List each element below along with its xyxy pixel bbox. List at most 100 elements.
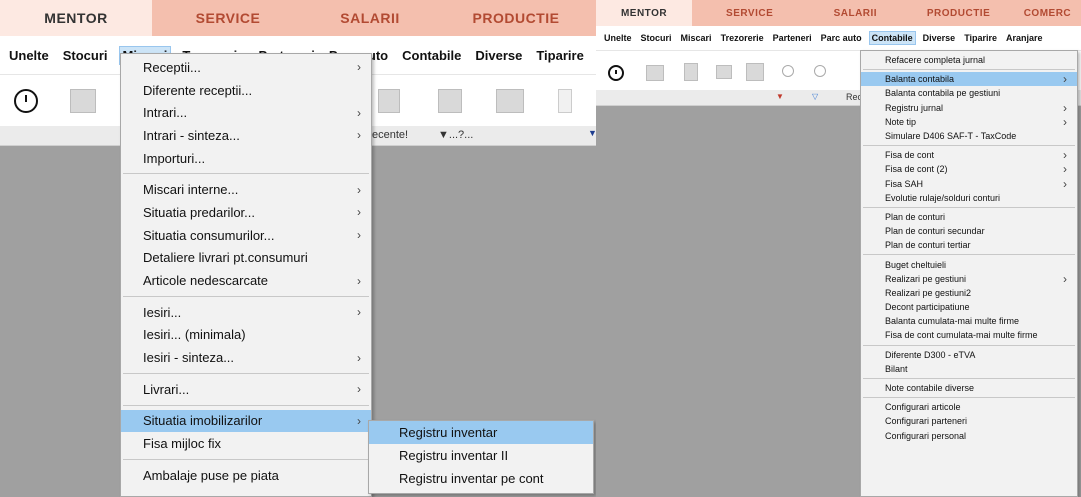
document-icon[interactable] — [646, 65, 664, 81]
import-icon[interactable] — [378, 89, 400, 113]
menu-item-plan-de-conturi[interactable]: Plan de conturi — [861, 210, 1077, 224]
menu-item-iesiri[interactable]: Iesiri... › — [121, 301, 371, 324]
menu-item-note-tip[interactable]: Note tip › — [861, 115, 1077, 129]
menu-aranjare[interactable]: Aranjare — [1004, 32, 1045, 44]
red-dropdown-icon[interactable]: ▼ — [776, 92, 784, 101]
menu-parteneri[interactable]: Parteneri — [771, 32, 814, 44]
menu-item-iesiri-sinteza[interactable]: Iesiri - sinteza... › — [121, 346, 371, 369]
menu-item-livrari[interactable]: Livrari... › — [121, 378, 371, 401]
tab-service-right[interactable]: SERVICE — [692, 0, 807, 26]
menu-item-registru-inventar-ii[interactable]: Registru inventar II — [369, 444, 593, 467]
chart-icon[interactable] — [496, 89, 524, 113]
menu-unelte[interactable]: Unelte — [602, 32, 634, 44]
menu-item-detaliere-livrari-pt-consumuri[interactable]: Detaliere livrari pt.consumuri — [121, 247, 371, 270]
menu-item-intrari-sinteza[interactable]: Intrari - sinteza... › — [121, 124, 371, 147]
menu-item-importuri[interactable]: Importuri... — [121, 147, 371, 170]
menu-item-realizari-pe-gestiuni2[interactable]: Realizari pe gestiuni2 — [861, 286, 1077, 300]
menu-item-configurari-articole[interactable]: Configurari articole — [861, 400, 1077, 414]
register-icon[interactable] — [438, 89, 462, 113]
menu-item-label: Realizari pe gestiuni — [885, 273, 967, 284]
menu-item-situatia-predarilor[interactable]: Situatia predarilor... › — [121, 201, 371, 224]
tab-salarii-right[interactable]: SALARII — [807, 0, 903, 26]
tab-service[interactable]: SERVICE — [152, 0, 304, 36]
menu-item-buget-cheltuieli[interactable]: Buget cheltuieli — [861, 257, 1077, 271]
menu-item-situatia-consumurilor[interactable]: Situatia consumurilor... › — [121, 224, 371, 247]
menu-contabile[interactable]: Contabile — [868, 31, 916, 45]
blue-dropdown-icon[interactable]: ▽ — [812, 92, 818, 101]
tab-salarii[interactable]: SALARII — [304, 0, 436, 36]
clock-icon[interactable] — [608, 65, 624, 81]
menu-item-realizari-pe-gestiuni[interactable]: Realizari pe gestiuni › — [861, 272, 1077, 286]
menu-item-note-contabile-diverse[interactable]: Note contabile diverse — [861, 381, 1077, 395]
menu-item-label: Iesiri... (minimala) — [143, 327, 246, 343]
menu-tiparire[interactable]: Tiparire — [962, 32, 999, 44]
menu-parc-auto[interactable]: Parc auto — [819, 32, 864, 44]
document-icon[interactable] — [70, 89, 96, 113]
menu-diverse[interactable]: Diverse — [921, 32, 958, 44]
filter-dropdown[interactable]: ▼...?... — [438, 129, 473, 141]
copy-icon[interactable] — [716, 65, 732, 79]
menu-item-articole-nedescarcate[interactable]: Articole nedescarcate › — [121, 269, 371, 292]
submenu-arrow-icon: › — [357, 305, 361, 320]
menu-item-fisa-mijloc-fix[interactable]: Fisa mijloc fix — [121, 432, 371, 455]
menu-item-registru-jurnal[interactable]: Registru jurnal › — [861, 101, 1077, 115]
submenu-arrow-icon: › — [1063, 114, 1067, 129]
menu-item-diferente-receptii[interactable]: Diferente receptii... — [121, 79, 371, 102]
tab-productie-right[interactable]: PRODUCTIE — [903, 0, 1013, 26]
menu-unelte[interactable]: Unelte — [6, 47, 52, 64]
menu-trezorerie[interactable]: Trezorerie — [719, 32, 766, 44]
menu-item-situatia-imobilizarilor[interactable]: Situatia imobilizarilor › — [121, 409, 371, 433]
menu-item-miscari-interne[interactable]: Miscari interne... › — [121, 178, 371, 201]
menu-item-label: Iesiri... — [143, 304, 182, 320]
menu-item-configurari-parteneri[interactable]: Configurari parteneri — [861, 414, 1077, 428]
page-icon[interactable] — [558, 89, 572, 113]
menu-item-label: Bilant — [885, 363, 908, 374]
submenu-arrow-icon: › — [357, 273, 361, 288]
menu-item-decont-participatiune[interactable]: Decont participatiune — [861, 300, 1077, 314]
menu-item-bilant[interactable]: Bilant — [861, 362, 1077, 376]
menu-stocuri[interactable]: Stocuri — [60, 47, 111, 64]
tab-productie[interactable]: PRODUCTIE — [436, 0, 596, 36]
menu-item-balanta-contabila-pe-gestiuni[interactable]: Balanta contabila pe gestiuni — [861, 86, 1077, 100]
menu-diverse[interactable]: Diverse — [472, 47, 525, 64]
zoom-out-icon[interactable] — [814, 65, 826, 77]
menu-item-registru-inventar[interactable]: Registru inventar — [369, 421, 593, 444]
menu-separator — [863, 377, 1075, 379]
menu-item-fisa-de-cont-2[interactable]: Fisa de cont (2) › — [861, 162, 1077, 176]
menu-contabile[interactable]: Contabile — [399, 47, 464, 64]
import-icon[interactable] — [684, 63, 698, 81]
menu-item-configurari-personal[interactable]: Configurari personal — [861, 429, 1077, 443]
menu-item-plan-de-conturi-tertiar[interactable]: Plan de conturi tertiar — [861, 238, 1077, 252]
zoom-icon[interactable] — [782, 65, 794, 77]
menu-item-ambalaje-puse-pe-piata[interactable]: Ambalaje puse pe piata — [121, 464, 371, 487]
menu-item-refacere-completa-jurnal[interactable]: Refacere completa jurnal — [861, 53, 1077, 67]
menu-item-iesiri-minimala[interactable]: Iesiri... (minimala) — [121, 324, 371, 347]
menu-item-label: Intrari... — [143, 105, 188, 121]
menu-item-fisa-de-cont[interactable]: Fisa de cont › — [861, 148, 1077, 162]
menu-item-receptii[interactable]: Receptii... › — [121, 56, 371, 79]
submenu-arrow-icon: › — [357, 205, 361, 220]
menu-item-balanta-cumulata-mai-multe-firme[interactable]: Balanta cumulata-mai multe firme — [861, 314, 1077, 328]
menu-item-intrari[interactable]: Intrari... › — [121, 101, 371, 124]
dropdown-arrow-icon[interactable]: ▼ — [588, 128, 596, 138]
menu-item-fisa-de-cont-cumulata-mai-multe-firme[interactable]: Fisa de cont cumulata-mai multe firme — [861, 328, 1077, 342]
menu-miscari[interactable]: Miscari — [679, 32, 714, 44]
menu-item-fisa-sah[interactable]: Fisa SAH › — [861, 177, 1077, 191]
menu-tiparire[interactable]: Tiparire — [533, 47, 586, 64]
module-tabs: MENTOR SERVICE SALARII PRODUCTIE — [0, 0, 596, 36]
menu-item-balanta-contabila[interactable]: Balanta contabila › — [861, 72, 1077, 87]
tab-comercial-right[interactable]: COMERC — [1014, 0, 1081, 26]
tab-mentor[interactable]: MENTOR — [0, 0, 152, 36]
menu-item-diferente-d300-etva[interactable]: Diferente D300 - eTVA — [861, 348, 1077, 362]
clock-icon[interactable] — [14, 89, 38, 113]
tab-mentor-right[interactable]: MENTOR — [596, 0, 693, 26]
submenu-arrow-icon: › — [357, 105, 361, 120]
menu-item-registru-inventar-pe-cont[interactable]: Registru inventar pe cont — [369, 467, 593, 490]
menu-item-plan-de-conturi-secundar[interactable]: Plan de conturi secundar — [861, 224, 1077, 238]
menu-item-evolutie-rulaje-solduri-conturi[interactable]: Evolutie rulaje/solduri conturi — [861, 191, 1077, 205]
menu-item-label: Buget cheltuieli — [885, 259, 947, 270]
menu-item-simulare-d406-saf-t-taxcode[interactable]: Simulare D406 SAF-T - TaxCode — [861, 129, 1077, 143]
menu-item-label: Note tip — [885, 116, 917, 127]
print-icon[interactable] — [746, 63, 764, 81]
menu-stocuri[interactable]: Stocuri — [639, 32, 674, 44]
